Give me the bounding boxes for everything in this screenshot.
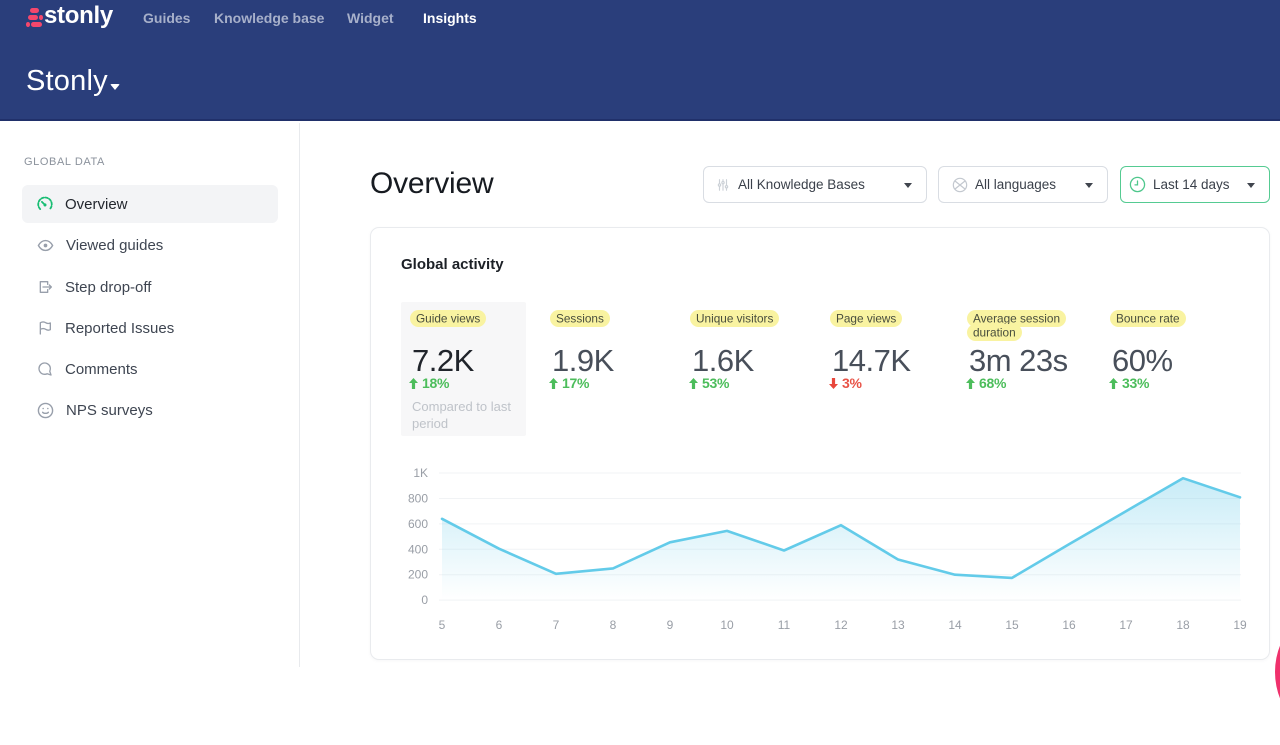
svg-text:200: 200 [408,568,428,582]
svg-text:11: 11 [778,618,791,632]
svg-text:7: 7 [553,618,560,632]
svg-text:19: 19 [1233,618,1247,632]
svg-text:18: 18 [1176,618,1190,632]
svg-text:6: 6 [496,618,503,632]
svg-text:5: 5 [439,618,446,632]
svg-text:16: 16 [1062,618,1076,632]
svg-text:13: 13 [891,618,905,632]
svg-text:9: 9 [667,618,674,632]
svg-text:1K: 1K [413,466,428,480]
svg-text:800: 800 [408,492,428,506]
svg-text:12: 12 [834,618,848,632]
svg-text:15: 15 [1005,618,1019,632]
svg-text:400: 400 [408,542,428,556]
svg-text:10: 10 [720,618,734,632]
svg-text:600: 600 [408,517,428,531]
svg-text:8: 8 [610,618,617,632]
svg-text:14: 14 [948,618,962,632]
svg-text:0: 0 [421,593,428,607]
svg-text:17: 17 [1119,618,1133,632]
